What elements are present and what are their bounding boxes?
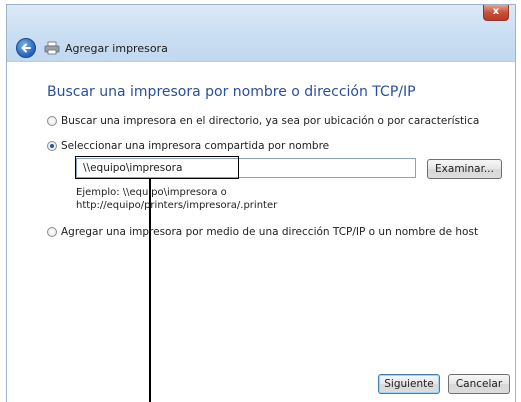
example-line-1: Ejemplo: \\equipo\impresora o	[76, 187, 227, 198]
wizard-content: Buscar una impresora por nombre o direcc…	[7, 62, 515, 402]
browse-button[interactable]: Examinar...	[427, 159, 502, 179]
example-text: Ejemplo: \\equipo\impresora o http://equ…	[76, 186, 277, 212]
option-search-directory[interactable]: Buscar una impresora en el directorio, y…	[47, 115, 479, 127]
radio-tcpip[interactable]	[47, 227, 57, 237]
option-shared-by-name[interactable]: Seleccionar una impresora compartida por…	[47, 140, 329, 152]
option-shared-by-name-label: Seleccionar una impresora compartida por…	[61, 140, 330, 152]
cancel-button[interactable]: Cancelar	[448, 374, 510, 394]
callout-pointer-line	[149, 179, 151, 402]
printer-path-input[interactable]	[76, 158, 416, 178]
radio-search-directory[interactable]	[47, 116, 57, 126]
close-button[interactable]: x	[483, 5, 509, 21]
back-button[interactable]	[16, 38, 36, 58]
option-search-directory-label: Buscar una impresora en el directorio, y…	[61, 115, 480, 127]
back-arrow-icon	[21, 43, 31, 53]
option-tcpip[interactable]: Agregar una impresora por medio de una d…	[47, 226, 478, 238]
title-bar: x Agregar impresora	[7, 5, 515, 62]
page-heading: Buscar una impresora por nombre o direcc…	[47, 84, 416, 100]
option-tcpip-label: Agregar una impresora por medio de una d…	[61, 226, 479, 238]
add-printer-window: x Agregar impresora Buscar una impresora…	[6, 4, 516, 402]
close-icon: x	[492, 6, 500, 17]
window-title: Agregar impresora	[65, 42, 168, 55]
next-button[interactable]: Siguiente	[378, 374, 440, 394]
example-line-2: http://equipo/printers/impresora/.printe…	[76, 200, 278, 211]
radio-shared-by-name[interactable]	[47, 141, 57, 151]
printer-icon	[44, 41, 60, 55]
